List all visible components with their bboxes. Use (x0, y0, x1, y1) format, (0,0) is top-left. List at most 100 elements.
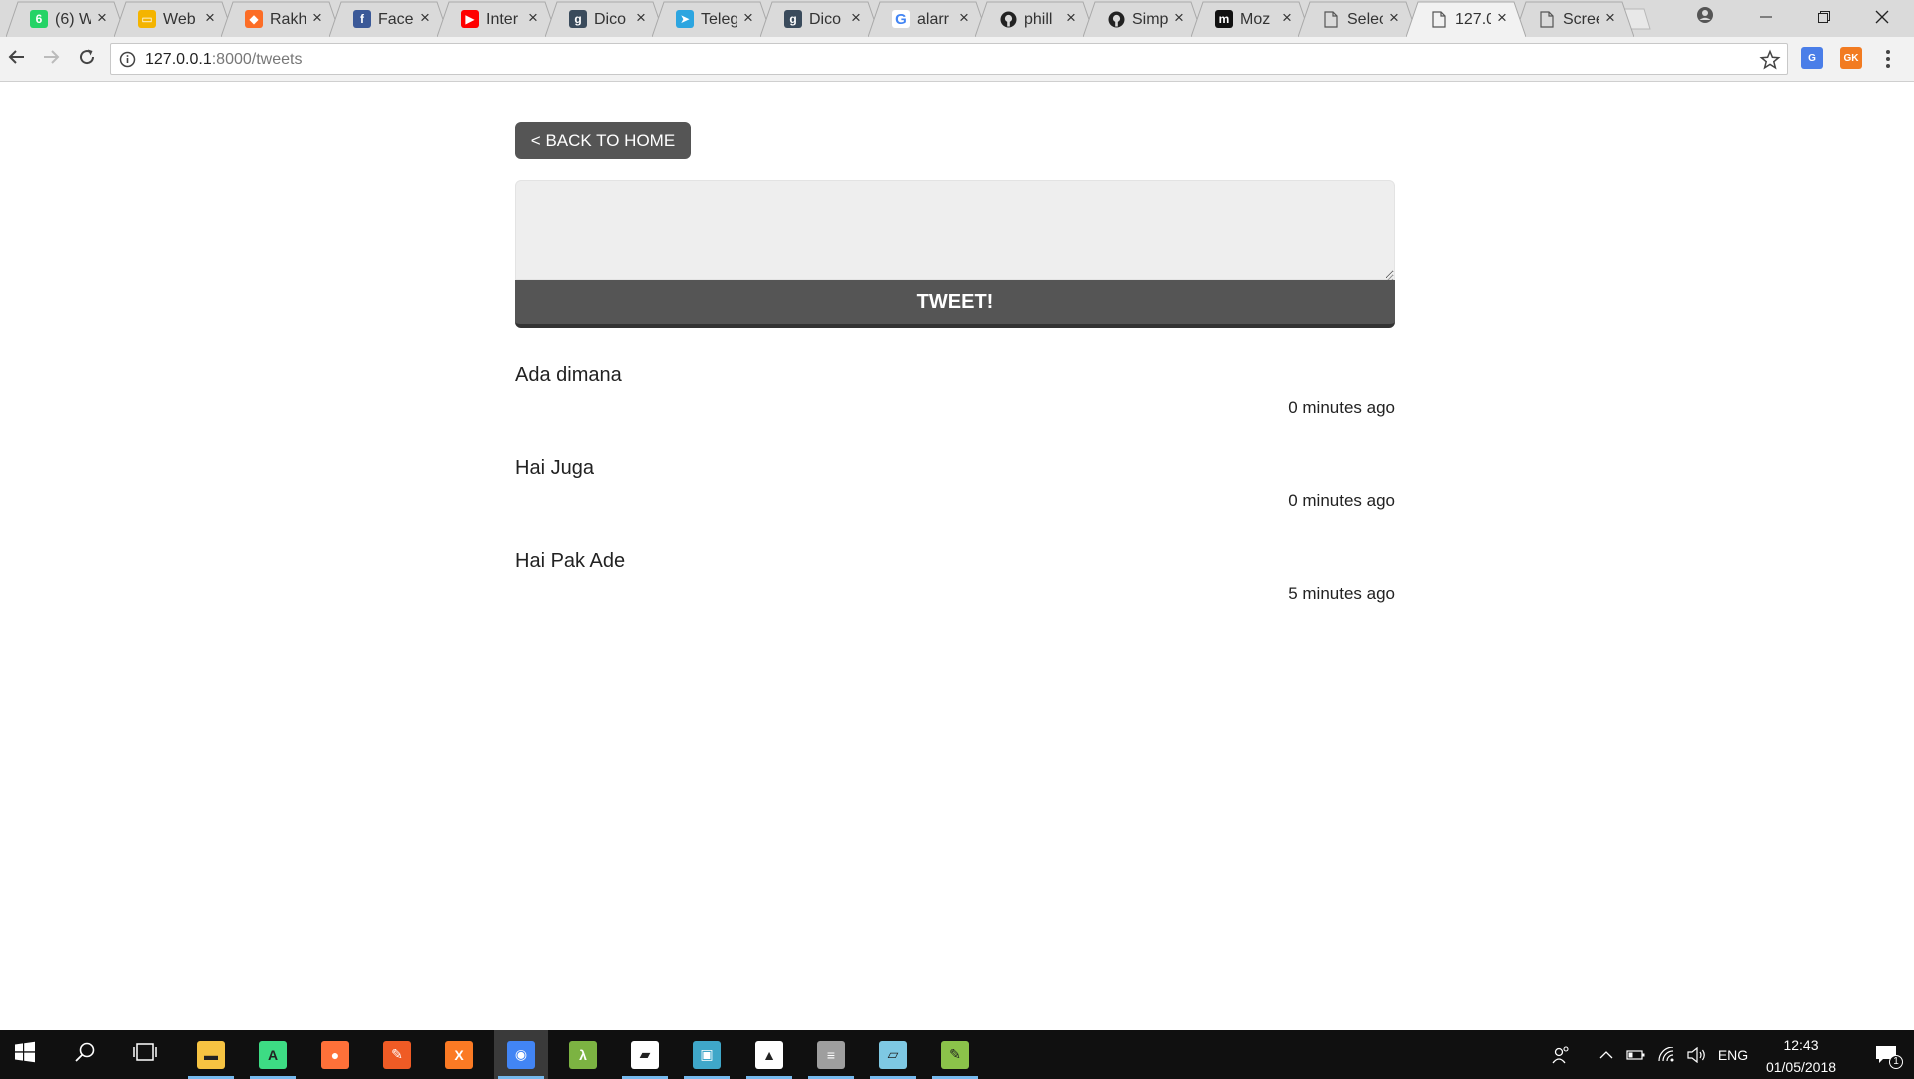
browser-tab[interactable]: ▶ Inter × (437, 1, 557, 37)
tweet-submit-button[interactable]: TWEET! (515, 280, 1395, 328)
action-center-button[interactable]: 1 (1862, 1030, 1910, 1079)
taskbar-app-button[interactable]: ▬ (184, 1030, 238, 1079)
system-clock[interactable]: 12:43 01/05/2018 (1752, 1034, 1850, 1078)
restore-window-button[interactable] (1795, 0, 1853, 34)
browser-tab[interactable]: m Moz × (1191, 1, 1311, 37)
slides-icon: ▭ (138, 10, 156, 28)
close-window-button[interactable] (1853, 0, 1911, 34)
close-tab-icon[interactable]: × (1171, 9, 1187, 27)
forward-navigation-button[interactable] (38, 46, 64, 72)
minimize-window-button[interactable] (1737, 0, 1795, 34)
notification-icon: 1 (1875, 1045, 1903, 1069)
taskbar-app-button[interactable]: ✎ (370, 1030, 424, 1079)
info-icon[interactable] (119, 51, 136, 68)
browser-tab[interactable]: 127.0 × (1406, 1, 1526, 37)
browser-tab[interactable]: f Face × (329, 1, 449, 37)
battery-icon[interactable] (1624, 1030, 1648, 1079)
browser-menu-icon[interactable] (1882, 47, 1894, 71)
address-bar[interactable]: 127.0.0.1:8000/tweets (110, 43, 1788, 75)
close-tab-icon[interactable]: × (1494, 9, 1510, 27)
browser-tab[interactable]: g Dico × (760, 1, 880, 37)
resize-grip-icon[interactable] (1384, 270, 1394, 283)
profile-icon[interactable] (1696, 6, 1714, 24)
browser-tab[interactable]: phill × (975, 1, 1095, 37)
grk-extension-icon[interactable]: GK (1840, 47, 1862, 69)
taskbar-app-button[interactable]: ▣ (680, 1030, 734, 1079)
page-icon (1538, 10, 1556, 28)
back-to-home-button[interactable]: < BACK TO HOME (515, 122, 691, 159)
browser-tab[interactable]: 6 (6) W × (6, 1, 126, 37)
tweet-text: Hai Juga (515, 457, 594, 479)
close-tab-icon[interactable]: × (94, 9, 110, 27)
task-view-icon (133, 1042, 157, 1067)
close-tab-icon[interactable]: × (417, 9, 433, 27)
notepad-icon: ✎ (941, 1040, 969, 1069)
taskbar-app-button[interactable]: λ (556, 1030, 610, 1079)
file-explorer-icon: ▬ (197, 1040, 225, 1069)
language-indicator[interactable]: ENG (1712, 1030, 1754, 1079)
browser-tab[interactable]: Selec× (1298, 1, 1418, 37)
taskbar-app-button[interactable]: ▱ (866, 1030, 920, 1079)
tab-title: Simp (1132, 11, 1168, 28)
close-tab-icon[interactable]: × (633, 9, 649, 27)
close-tab-icon[interactable]: × (740, 9, 756, 27)
close-tab-icon[interactable]: × (848, 9, 864, 27)
tab-title: Moz (1240, 11, 1271, 28)
whatsapp-icon: 6 (30, 10, 48, 28)
wifi-icon[interactable] (1654, 1030, 1680, 1079)
taskbar-app-button[interactable]: ◉ (494, 1030, 548, 1079)
browser-tab[interactable]: Scree× (1514, 1, 1634, 37)
taskbar-app-button[interactable]: ≡ (804, 1030, 858, 1079)
browser-tab[interactable]: Simp × (1083, 1, 1203, 37)
browser-tab[interactable]: ➤ Teleg × (652, 1, 772, 37)
close-tab-icon[interactable]: × (1063, 9, 1079, 27)
chevron-up-icon[interactable] (1594, 1030, 1618, 1079)
browser-tab[interactable]: g Dico × (545, 1, 665, 37)
reload-button[interactable] (74, 46, 100, 72)
google-icon: G (892, 10, 910, 28)
tab-title: Selec (1347, 11, 1383, 28)
close-tab-icon[interactable]: × (956, 9, 972, 27)
search-icon (74, 1041, 96, 1068)
tweet-timestamp: 5 minutes ago (1288, 584, 1395, 603)
taskbar-app-button[interactable]: X (432, 1030, 486, 1079)
taskbar-app-button[interactable]: A (246, 1030, 300, 1079)
tweet-input[interactable] (515, 180, 1395, 280)
volume-icon[interactable] (1684, 1030, 1710, 1079)
close-tab-icon[interactable]: × (1602, 9, 1618, 27)
task-view-button[interactable] (120, 1030, 170, 1079)
tab-title: Dico (809, 11, 842, 28)
tab-title: Inter (486, 11, 519, 28)
goodreads-icon: g (569, 10, 587, 28)
taskbar-app-button[interactable]: ✎ (928, 1030, 982, 1079)
people-icon[interactable] (1546, 1030, 1576, 1079)
url-host: 127.0.0.1 (145, 51, 212, 68)
tab-title: phill (1024, 11, 1053, 28)
url-text: 127.0.0.1:8000/tweets (145, 51, 302, 69)
start-button[interactable] (0, 1030, 50, 1079)
back-navigation-button[interactable] (4, 46, 30, 72)
close-tab-icon[interactable]: × (1386, 9, 1402, 27)
bookmark-star-icon[interactable] (1759, 49, 1781, 71)
search-button[interactable] (60, 1030, 110, 1079)
lambda-app-icon: λ (569, 1040, 597, 1069)
tab-title: Teleg (701, 11, 737, 28)
notification-count-badge: 1 (1889, 1054, 1903, 1069)
browser-tab[interactable]: Galarr × (868, 1, 988, 37)
taskbar-app-button[interactable]: ▰ (618, 1030, 672, 1079)
close-tab-icon[interactable]: × (1279, 9, 1295, 27)
arrow-right-icon (42, 48, 60, 71)
close-tab-icon[interactable]: × (202, 9, 218, 27)
goodreads-icon: g (784, 10, 802, 28)
page-icon (1322, 10, 1340, 28)
close-tab-icon[interactable]: × (525, 9, 541, 27)
google-translate-extension-icon[interactable]: G (1801, 47, 1823, 69)
chrome-icon: ◉ (507, 1040, 535, 1069)
close-tab-icon[interactable]: × (309, 9, 325, 27)
taskbar-app-button[interactable]: ● (308, 1030, 362, 1079)
url-path: :8000/tweets (211, 51, 303, 68)
taskbar-app-button[interactable]: ▲ (742, 1030, 796, 1079)
browser-tab[interactable]: ◆ Rakh × (221, 1, 341, 37)
browser-tab[interactable]: ▭ Web × (114, 1, 234, 37)
xampp-icon: X (445, 1040, 473, 1069)
